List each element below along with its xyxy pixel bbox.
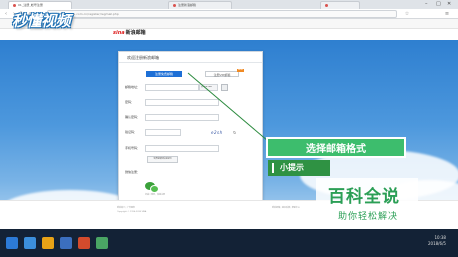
brand-title: 百科全说 <box>328 187 400 207</box>
back-icon[interactable]: ‹ <box>3 11 9 17</box>
media-task-icon[interactable] <box>78 237 90 249</box>
folder-task-icon[interactable] <box>42 237 54 249</box>
browser-tab-bar: 01_注册_帐号注册 注册新浪邮箱 – □ ✕ <box>0 0 458 9</box>
maximize-icon[interactable]: □ <box>436 1 441 7</box>
favicon-icon <box>325 3 328 7</box>
minimize-icon[interactable]: – <box>425 1 428 7</box>
footer-copyright: Copyright © 1996-2018 SINA <box>117 211 147 213</box>
tip-label: 小提示 <box>268 160 330 176</box>
star-icon[interactable]: ☆ <box>404 11 410 17</box>
browser-tab[interactable]: 01_注册_帐号注册 <box>8 1 72 9</box>
system-tray[interactable]: 10:38 2018/6/5 <box>428 235 446 247</box>
hint-banner: 选择邮箱格式 <box>266 137 406 158</box>
brand-subtitle: 助你轻松解决 <box>338 212 399 222</box>
favicon-icon <box>13 3 16 7</box>
tab-label: 注册新浪邮箱 <box>178 3 197 7</box>
footer-right[interactable]: 新浪邮箱 | 意见反馈 | 帮助中心 <box>272 206 300 209</box>
browser-tab[interactable]: 注册新浪邮箱 <box>168 1 232 9</box>
favicon-icon <box>173 3 176 7</box>
menu-icon[interactable]: ≡ <box>444 11 450 17</box>
tip-bar <box>272 162 274 173</box>
app-task-icon[interactable] <box>96 237 108 249</box>
tip-text: 小提示 <box>280 163 304 172</box>
clock-date: 2018/6/5 <box>428 241 446 246</box>
tab-label: 01_注册_帐号注册 <box>18 3 43 7</box>
url-input[interactable]: https://mail.sina.com.cn/register/regmai… <box>47 10 397 18</box>
close-icon[interactable]: ✕ <box>447 1 451 7</box>
browser-tab[interactable] <box>320 1 360 9</box>
taskbar: 10:38 2018/6/5 <box>0 229 458 257</box>
video-watermark: 秒懂视频 <box>12 12 71 30</box>
word-task-icon[interactable] <box>60 237 72 249</box>
browser-task-icon[interactable] <box>24 237 36 249</box>
start-icon[interactable] <box>6 237 18 249</box>
footer-left: 新浪简介 | 广告服务 Copyright © 1996-2018 SINA <box>117 206 146 214</box>
brand-overlay: 百科全说 助你轻松解决 <box>316 178 418 227</box>
